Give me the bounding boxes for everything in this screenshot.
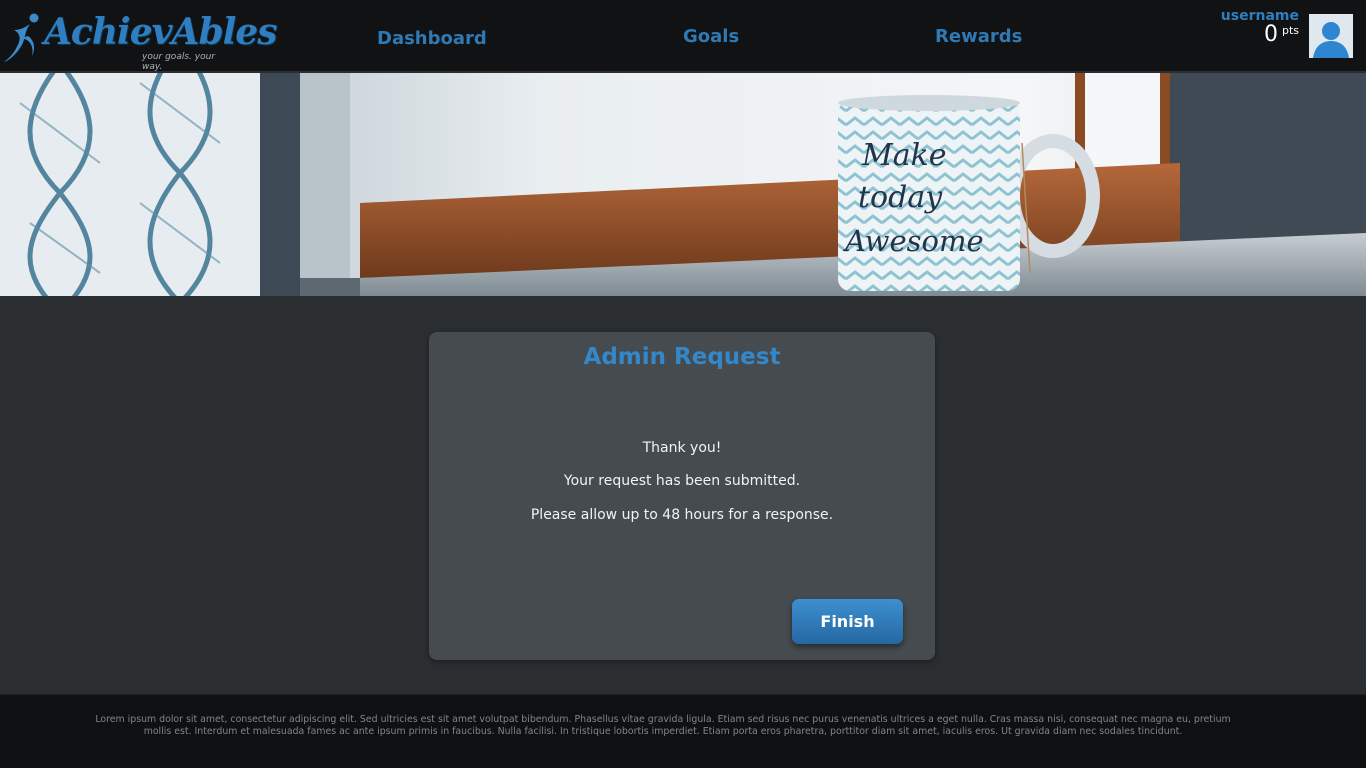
response-time-message: Please allow up to 48 hours for a respon… [530, 507, 834, 523]
achievables-logo[interactable]: AchievAbles your goals. your way. [4, 8, 277, 72]
submitted-message: Your request has been submitted. [563, 473, 801, 489]
svg-text:today: today [858, 180, 943, 215]
card-title: Admin Request [583, 344, 781, 370]
brand-name: AchievAbles [44, 11, 277, 53]
hero-banner-image: Make today Awesome [0, 73, 1366, 296]
points-display: 0 pts [1264, 22, 1299, 47]
nav-rewards-link[interactable]: Rewards [935, 26, 1022, 47]
thank-you-message: Thank you! [642, 440, 722, 456]
svg-text:Awesome: Awesome [842, 224, 984, 258]
runner-figure-icon [4, 13, 39, 62]
finish-button[interactable]: Finish [792, 599, 903, 644]
admin-request-card: Admin Request Thank you! Your request ha… [429, 332, 935, 660]
user-avatar[interactable] [1309, 14, 1353, 58]
top-navigation-bar: AchievAbles your goals. your way. Dashbo… [0, 0, 1366, 72]
svg-text:Make: Make [861, 138, 947, 173]
user-avatar-icon [1309, 14, 1353, 58]
page-footer: Lorem ipsum dolor sit amet, consectetur … [0, 694, 1366, 768]
brand-tagline: your goals. your way. [142, 52, 215, 72]
footer-text: Lorem ipsum dolor sit amet, consectetur … [95, 714, 1231, 737]
points-value: 0 [1263, 22, 1278, 47]
points-unit: pts [1281, 24, 1299, 37]
nav-goals-link[interactable]: Goals [683, 26, 739, 47]
nav-dashboard-link[interactable]: Dashboard [377, 28, 487, 49]
